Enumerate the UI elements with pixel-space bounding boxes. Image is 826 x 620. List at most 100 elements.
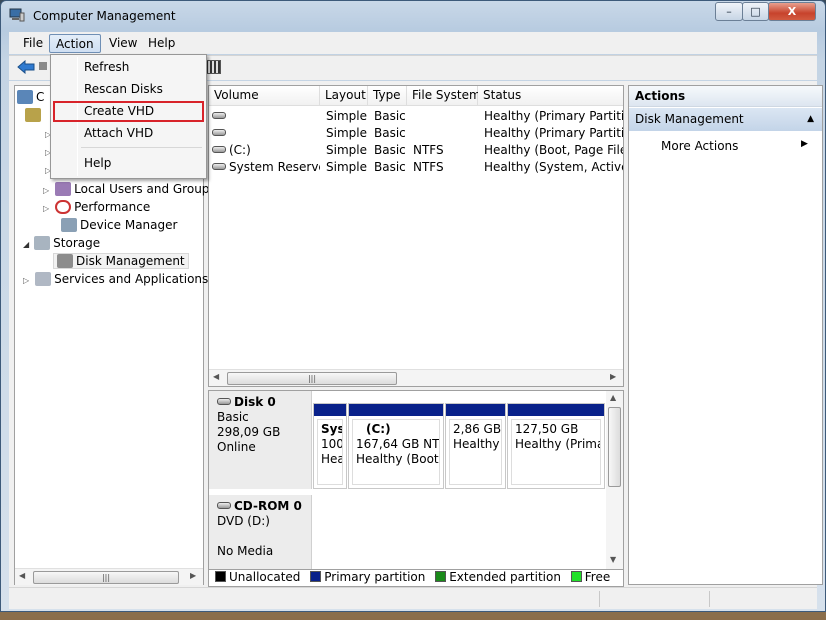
cdrom-0-info[interactable]: CD-ROM 0 DVD (D:) No Media xyxy=(209,495,312,569)
performance-icon xyxy=(55,200,72,214)
users-icon xyxy=(55,182,72,196)
scroll-down-icon[interactable]: ▼ xyxy=(610,555,616,564)
tree-item-performance[interactable]: ▷ Performance xyxy=(43,198,150,216)
expand-arrow-icon: ▷ xyxy=(43,204,50,213)
partition-title: Syst xyxy=(321,422,342,436)
primary-partition-bar xyxy=(446,404,505,416)
column-header-layout[interactable]: Layout xyxy=(320,86,368,106)
volume-type: Basic xyxy=(374,109,406,123)
partition-3[interactable]: 127,50 GB Healthy (Primai xyxy=(507,403,605,489)
scroll-thumb[interactable]: ||| xyxy=(227,372,397,385)
volume-layout: Simple xyxy=(326,143,367,157)
menu-bar: File Action View Help xyxy=(9,32,817,54)
menu-item-create-vhd[interactable]: Create VHD xyxy=(53,101,204,122)
tree-item-label: Storage xyxy=(53,236,101,250)
partition-size: 167,64 GB NTFS xyxy=(356,437,440,451)
menu-item-refresh[interactable]: Refresh xyxy=(53,57,204,78)
volume-status: Healthy (Primary Partition) xyxy=(484,109,624,123)
actions-header: Actions xyxy=(629,86,822,107)
tree-item-label: Performance xyxy=(74,200,151,214)
column-header-file-system[interactable]: File System xyxy=(407,86,481,106)
column-header-status[interactable]: Status xyxy=(478,86,623,106)
scroll-right-icon[interactable]: ▶ xyxy=(190,571,196,580)
more-actions-item[interactable]: More Actions ▶ xyxy=(661,139,808,153)
disk-size: 298,09 GB xyxy=(217,425,281,439)
volume-layout: Simple xyxy=(326,126,367,140)
title-bar[interactable]: Computer Management – □ X xyxy=(1,1,825,31)
column-header-volume[interactable]: Volume xyxy=(209,86,320,106)
volume-disk-icon xyxy=(212,129,226,136)
toolbar-disk-icon[interactable] xyxy=(205,60,221,74)
tree-item-label: Services and Applications xyxy=(54,272,209,286)
partition-status: Healthy (Primai xyxy=(515,437,601,451)
minimize-button[interactable]: – xyxy=(715,2,743,21)
tree-item-device-manager[interactable]: Device Manager xyxy=(61,216,177,234)
partition-size: 127,50 GB xyxy=(515,422,579,436)
disk-graphical-view: Disk 0 Basic 298,09 GB Online Syst100Hea… xyxy=(208,390,624,570)
actions-pane: Actions Disk Management ▲ More Actions ▶ xyxy=(628,85,823,585)
forward-arrow-icon[interactable] xyxy=(39,62,47,70)
volume-name: (C:) xyxy=(229,143,251,157)
expand-arrow-icon: ▷ xyxy=(23,276,30,285)
scroll-left-icon[interactable]: ◀ xyxy=(213,372,219,381)
disk-name: CD-ROM 0 xyxy=(234,499,302,513)
scroll-thumb[interactable]: ||| xyxy=(33,571,179,584)
expand-arrow-icon: ▷ xyxy=(43,186,50,195)
tree-item-storage[interactable]: ◢ Storage xyxy=(23,234,100,252)
volume-list: Volume Layout Type File System Status Si… xyxy=(208,85,624,387)
scroll-right-icon[interactable]: ▶ xyxy=(610,372,616,381)
tree-item-services[interactable]: ▷ Services and Applications xyxy=(23,270,208,288)
scroll-up-icon[interactable]: ▲ xyxy=(610,393,616,402)
collapse-arrow-icon: ◢ xyxy=(23,240,30,249)
volume-disk-icon xyxy=(212,112,226,119)
volume-status: Healthy (Boot, Page File, C xyxy=(484,143,623,157)
tree-item-disk-management[interactable]: Disk Management xyxy=(53,252,189,270)
menu-file[interactable]: File xyxy=(17,34,49,53)
legend-label: Primary partition xyxy=(324,570,426,584)
tree-item-local-users[interactable]: ▷ Local Users and Groups xyxy=(43,180,216,198)
maximize-button[interactable]: □ xyxy=(742,2,769,21)
close-button[interactable]: X xyxy=(768,2,816,21)
volume-horizontal-scrollbar[interactable]: ◀ ||| ▶ xyxy=(209,369,623,386)
volume-type: Basic xyxy=(374,160,406,174)
volume-fs: NTFS xyxy=(413,143,444,157)
menu-action[interactable]: Action xyxy=(49,34,101,53)
volume-disk-icon xyxy=(212,146,226,153)
submenu-arrow-icon: ▶ xyxy=(801,139,808,149)
menu-item-rescan-disks[interactable]: Rescan Disks xyxy=(53,79,204,100)
partition-2[interactable]: 2,86 GBHealthy ( xyxy=(445,403,506,489)
actions-section-disk-management[interactable]: Disk Management ▲ xyxy=(629,108,822,131)
disk-0-info[interactable]: Disk 0 Basic 298,09 GB Online xyxy=(209,391,312,489)
disk-vertical-scrollbar[interactable]: ▲ ▼ xyxy=(606,391,623,569)
tree-root[interactable]: C xyxy=(17,88,44,106)
tools-icon xyxy=(25,108,41,122)
partition-c[interactable]: (C:)167,64 GB NTFSHealthy (Boot, xyxy=(348,403,444,489)
tree-system-tools[interactable] xyxy=(25,106,44,124)
back-arrow-icon[interactable] xyxy=(17,60,35,74)
cdrom-icon xyxy=(217,502,231,509)
tree-horizontal-scrollbar[interactable]: ◀ ||| ▶ xyxy=(15,568,203,585)
primary-partition-swatch xyxy=(310,571,322,582)
legend-label: Extended partition xyxy=(449,570,561,584)
scroll-thumb[interactable] xyxy=(608,407,621,487)
storage-icon xyxy=(34,236,51,250)
primary-partition-bar xyxy=(508,404,604,416)
partition-system-reserved[interactable]: Syst100Hea xyxy=(313,403,347,489)
column-header-type[interactable]: Type xyxy=(368,86,407,106)
partition-title: (C:) xyxy=(366,422,391,436)
volume-layout: Simple xyxy=(326,109,367,123)
tree-selection: Disk Management xyxy=(53,253,189,269)
menu-item-attach-vhd[interactable]: Attach VHD xyxy=(53,123,204,144)
status-divider xyxy=(599,591,600,607)
menu-help[interactable]: Help xyxy=(142,34,181,53)
status-bar xyxy=(9,587,817,609)
menu-view[interactable]: View xyxy=(103,34,143,53)
menu-separator xyxy=(81,147,202,148)
collapse-up-icon[interactable]: ▲ xyxy=(807,108,814,130)
unallocated-swatch xyxy=(215,571,226,582)
scroll-left-icon[interactable]: ◀ xyxy=(19,571,25,580)
disk-icon xyxy=(217,398,231,405)
menu-item-help[interactable]: Help xyxy=(53,153,204,174)
volume-type: Basic xyxy=(374,126,406,140)
status-divider xyxy=(709,591,710,607)
